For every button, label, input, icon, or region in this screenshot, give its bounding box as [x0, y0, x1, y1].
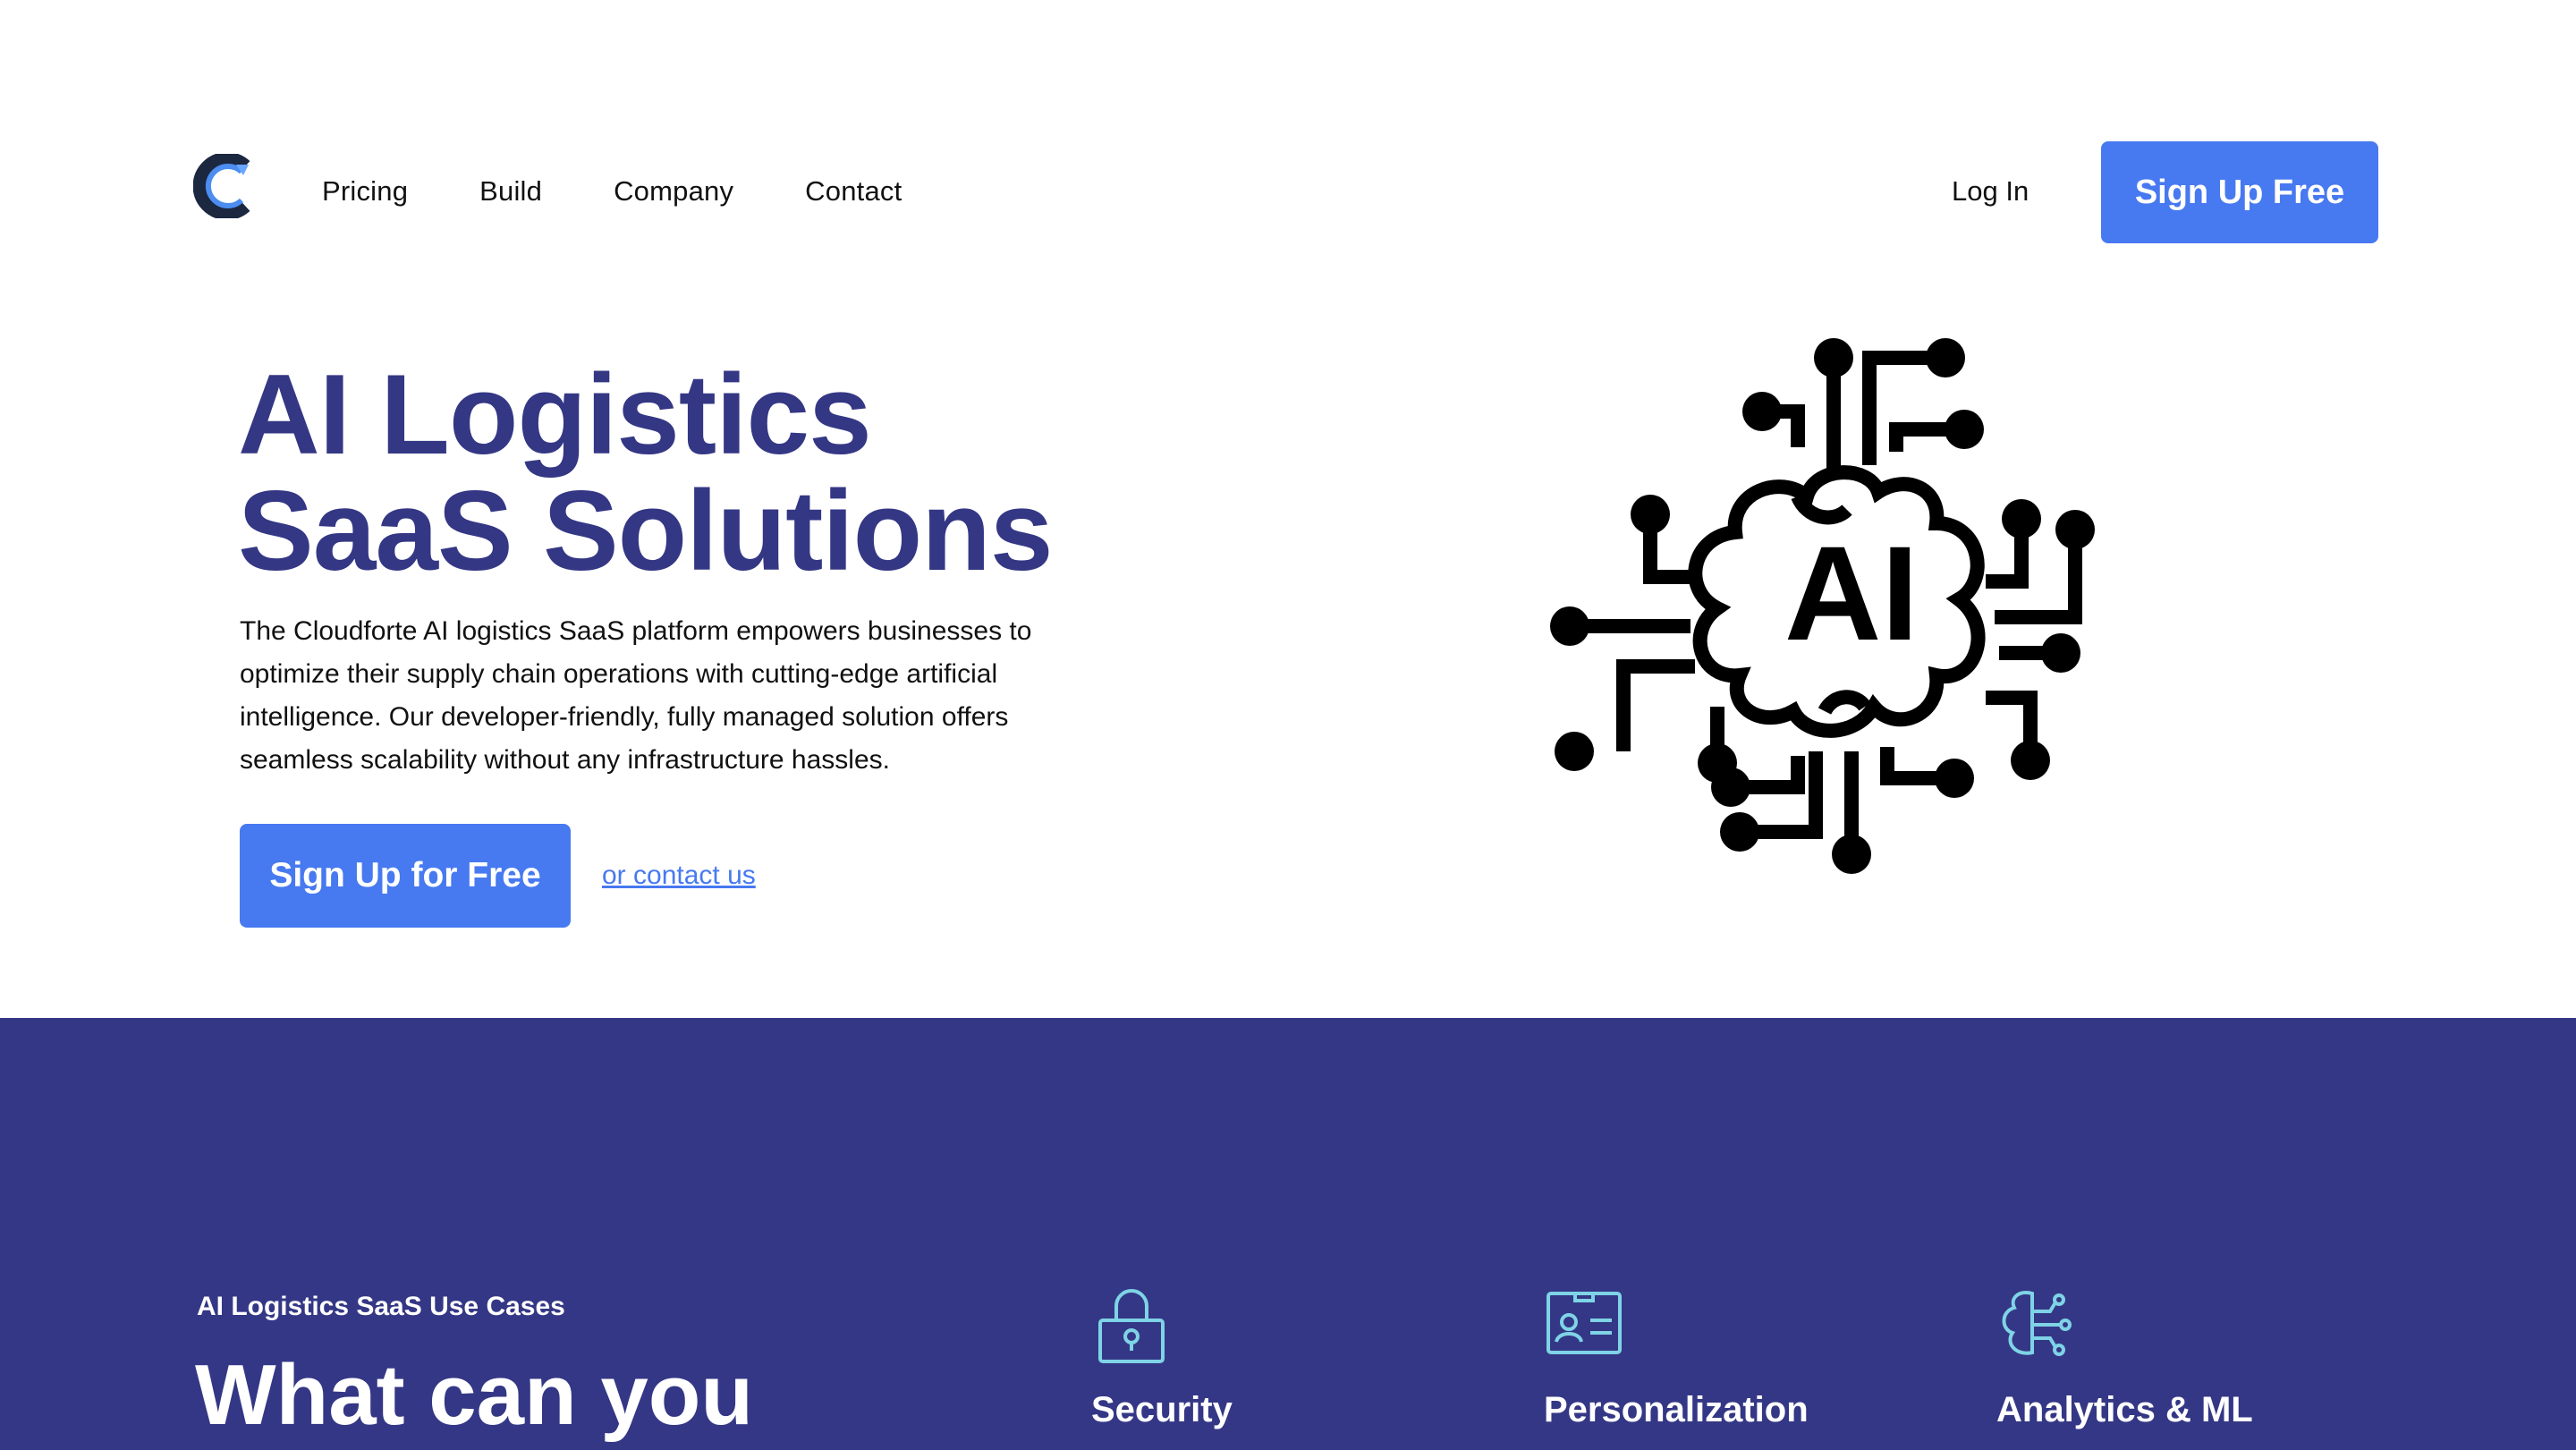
main-nav: Pricing Build Company Contact	[322, 175, 973, 208]
nav-contact[interactable]: Contact	[805, 175, 902, 208]
contact-us-link[interactable]: or contact us	[602, 861, 756, 891]
hero-description: The Cloudforte AI logistics SaaS platfor…	[240, 616, 1032, 775]
site-header: Pricing Build Company Contact Log In Sig…	[0, 0, 2576, 295]
hero-title-line-1: AI Logistics	[238, 351, 872, 478]
signup-button[interactable]: Sign Up Free	[2101, 141, 2378, 243]
ai-brain-circuit-icon: AI	[1550, 338, 2095, 874]
feature-security: Security	[1091, 1285, 1233, 1429]
feature-label: Security	[1091, 1390, 1233, 1429]
feature-label: Personalization	[1544, 1390, 1809, 1429]
lock-icon	[1098, 1289, 1165, 1363]
brain-network-icon	[2002, 1291, 2072, 1356]
use-cases-title: What can you	[195, 1347, 754, 1443]
illustration-ai-text: AI	[1784, 518, 1919, 668]
feature-personalization: Personalization	[1544, 1285, 1809, 1429]
cloudforte-logo-icon[interactable]	[193, 154, 256, 218]
login-link[interactable]: Log In	[1952, 175, 2029, 208]
feature-analytics: Analytics & ML	[1996, 1285, 2253, 1429]
hero-title-line-2: SaaS Solutions	[238, 467, 1053, 594]
nav-pricing[interactable]: Pricing	[322, 175, 408, 208]
hero-title: AI Logistics SaaS Solutions	[238, 351, 1053, 594]
nav-company[interactable]: Company	[614, 175, 733, 208]
feature-label: Analytics & ML	[1996, 1390, 2253, 1429]
signup-free-button[interactable]: Sign Up for Free	[240, 824, 571, 928]
nav-build[interactable]: Build	[479, 175, 542, 208]
use-cases-eyebrow: AI Logistics SaaS Use Cases	[197, 1292, 565, 1321]
id-card-icon	[1546, 1292, 1622, 1354]
